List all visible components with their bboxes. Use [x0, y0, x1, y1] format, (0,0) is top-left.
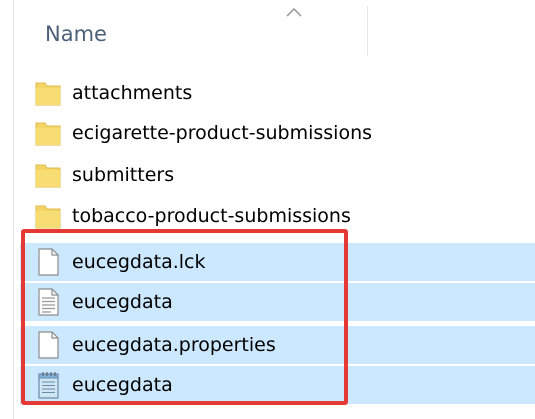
file-name: eucegdata.properties: [72, 334, 276, 356]
file-row-eucegdata-lck[interactable]: eucegdata.lck: [20, 243, 535, 281]
file-row-eucegdata-properties[interactable]: eucegdata.properties: [20, 326, 535, 364]
folder-icon: [35, 122, 61, 146]
file-name: submitters: [72, 164, 175, 186]
file-name: tobacco-product-submissions: [72, 205, 351, 227]
blank-file-icon: [38, 331, 59, 359]
name-column-header[interactable]: Name: [45, 20, 107, 48]
file-row-eucegdata-text[interactable]: eucegdata: [20, 283, 535, 321]
text-file-icon: [38, 288, 59, 316]
file-name: attachments: [72, 82, 193, 104]
file-row-ecigarette-product-submissions[interactable]: ecigarette-product-submissions: [20, 114, 535, 152]
file-name: eucegdata: [72, 291, 173, 313]
column-divider[interactable]: [367, 6, 368, 56]
folder-icon: [35, 205, 61, 229]
file-row-tobacco-product-submissions[interactable]: tobacco-product-submissions: [20, 197, 535, 235]
file-name: eucegdata: [72, 374, 173, 396]
file-list-pane: Name attachments ecigarette-product-subm…: [0, 0, 535, 419]
folder-icon: [35, 82, 61, 106]
file-row-attachments[interactable]: attachments: [20, 74, 535, 112]
folder-icon: [35, 164, 61, 188]
file-name: eucegdata.lck: [72, 251, 206, 273]
blank-file-icon: [38, 248, 59, 276]
notepad-file-icon: [38, 372, 59, 399]
column-header-bar: Name: [14, 0, 535, 64]
file-name: ecigarette-product-submissions: [72, 122, 373, 144]
file-row-eucegdata-notepad[interactable]: eucegdata: [20, 366, 535, 404]
file-row-submitters[interactable]: submitters: [20, 156, 535, 194]
sort-ascending-icon[interactable]: [284, 6, 304, 18]
